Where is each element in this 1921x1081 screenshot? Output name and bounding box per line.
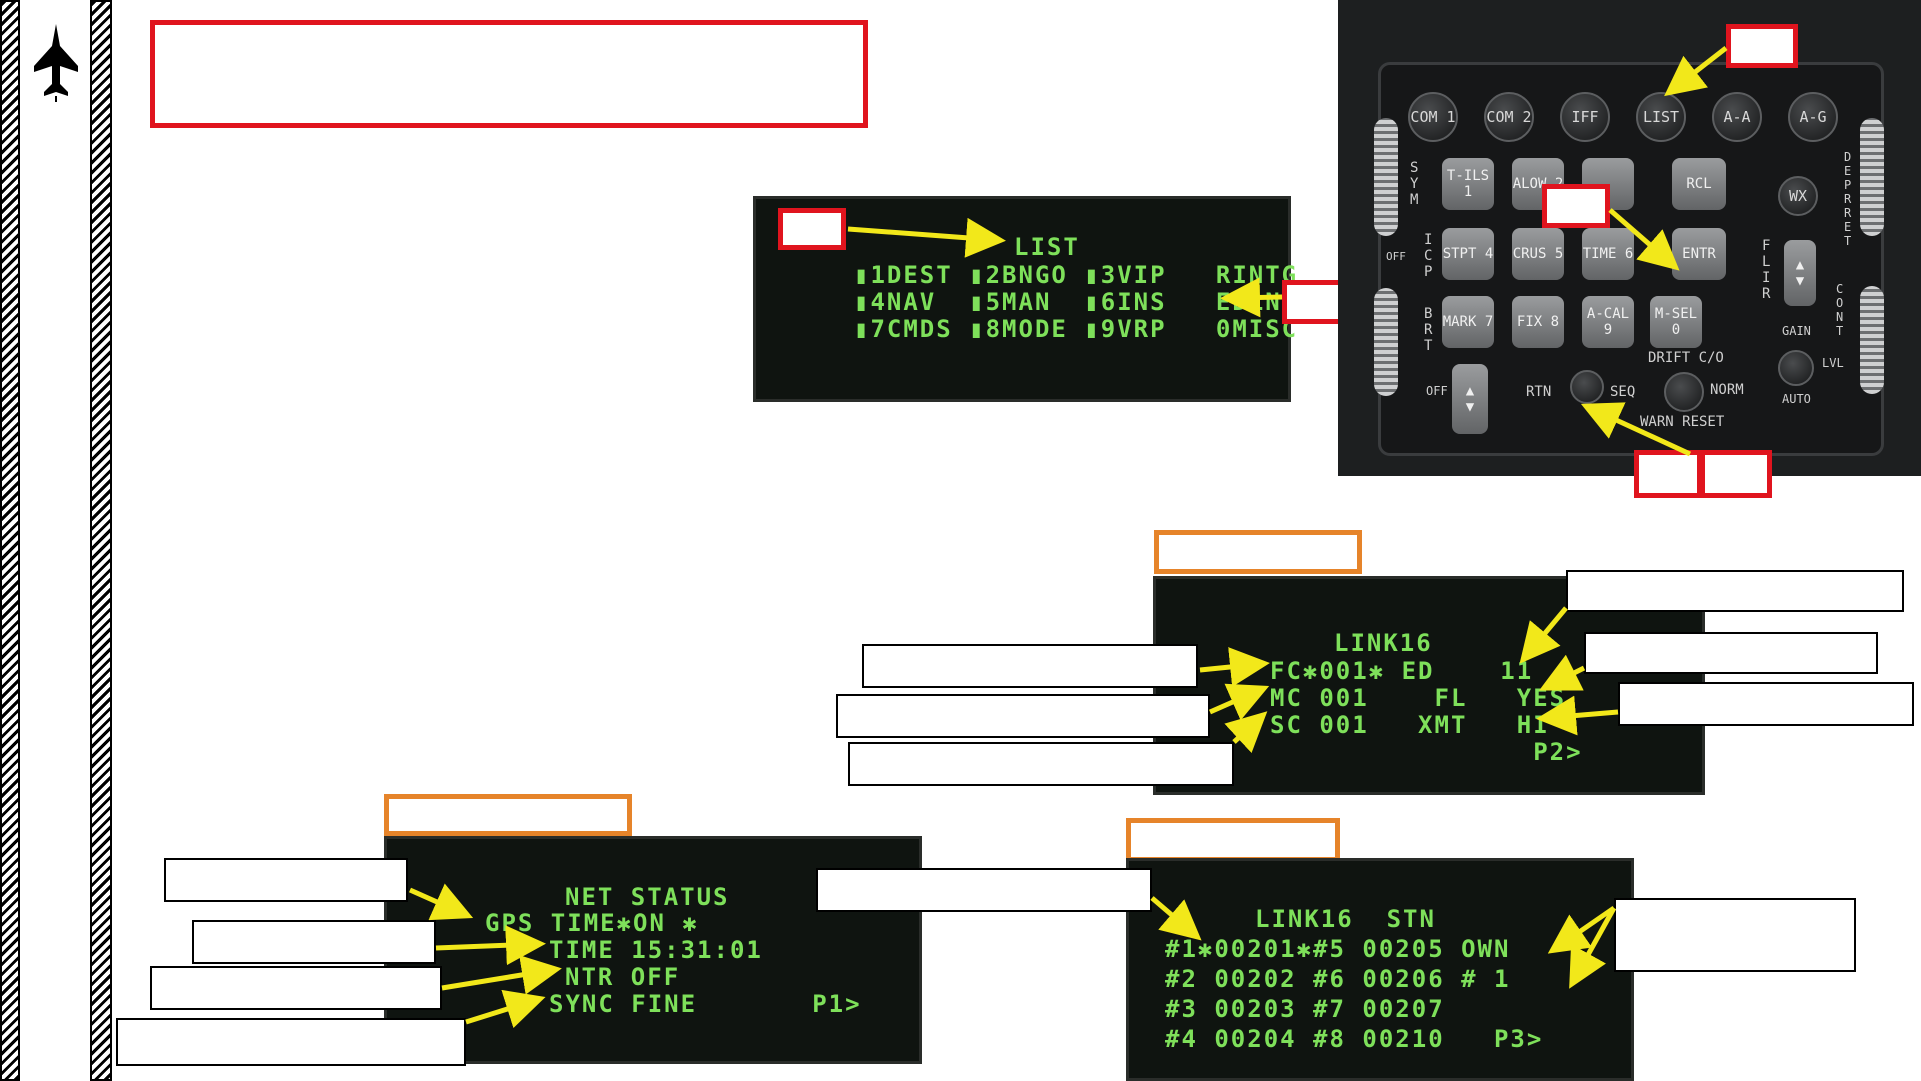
yellow-arrows xyxy=(408,46,1728,1029)
